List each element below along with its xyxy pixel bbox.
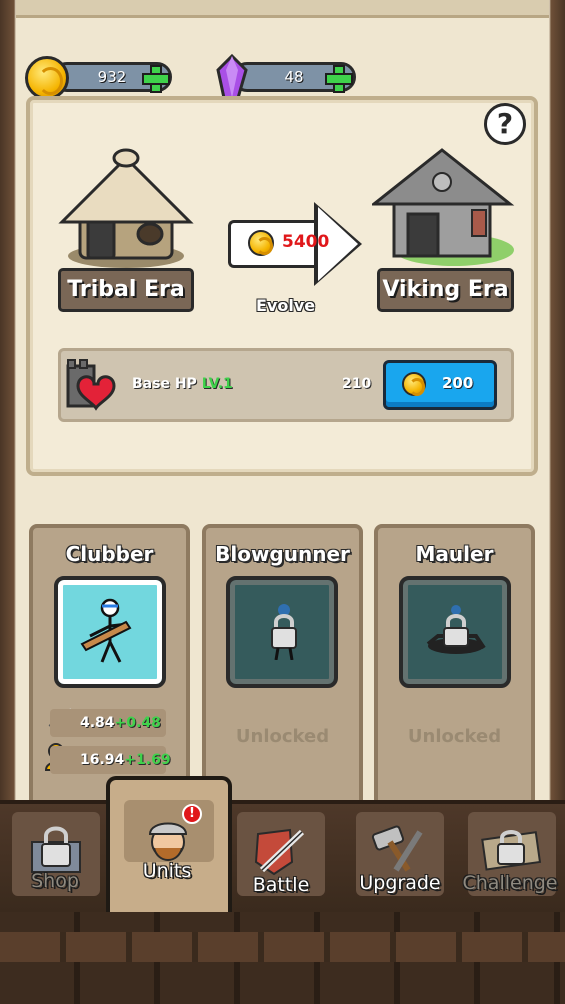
blowgunner-status: Unlocked (235, 726, 330, 747)
clubber-figure-icon (80, 598, 132, 663)
gold-coin-icon (248, 230, 274, 256)
nav-label-challenge: Challenge (462, 872, 558, 894)
clubber-hp-stat: 16.94+1.69 (50, 746, 171, 774)
nav-label-battle: Battle (252, 874, 310, 896)
unit-name-blowgunner: Blowgunner (215, 542, 350, 566)
stone-floor (0, 912, 565, 1004)
tribal-hut-icon (58, 148, 194, 268)
unit-name-clubber: Clubber (65, 542, 154, 566)
upgrade-base-hp-button[interactable] (383, 360, 497, 410)
upgrade-cost: 200 (442, 374, 474, 392)
castle-heart-icon (66, 359, 116, 411)
evolve-cost: 5400 (282, 232, 330, 252)
battle-sword-shield-icon (254, 828, 305, 876)
shop-lock-icon (31, 826, 81, 873)
units-alert-badge: ! (182, 804, 202, 824)
current-era-label: Tribal Era (58, 268, 194, 312)
next-era-label: Viking Era (377, 268, 514, 312)
clubber-attack-stat: 4.84+0.48 (50, 709, 166, 737)
nav-label-upgrade: Upgrade (359, 872, 441, 894)
mauler-status: Unlocked (407, 726, 502, 747)
base-hp-value: 210 (342, 376, 372, 392)
add-gems-button[interactable] (325, 65, 353, 93)
nav-label-units: Units (142, 860, 192, 882)
nav-label-shop: Shop (31, 870, 79, 892)
gold-coin-icon (402, 372, 426, 396)
challenge-lock-icon (481, 830, 542, 871)
top-rim (16, 0, 549, 18)
viking-house-icon (372, 148, 515, 266)
evolve-label: Evolve (256, 296, 316, 315)
add-gold-button[interactable] (142, 65, 170, 93)
base-hp-label: Base HP LV.1 (132, 376, 233, 392)
unit-name-mauler: Mauler (415, 542, 494, 566)
gold-coin-icon (25, 56, 69, 100)
hammer-wrench-icon (371, 825, 423, 872)
base-hp-level: LV.1 (201, 376, 233, 392)
purple-crystal-icon (216, 54, 248, 100)
lock-icon (271, 604, 297, 660)
lock-icon (426, 605, 486, 654)
help-button[interactable]: ? (484, 103, 526, 145)
